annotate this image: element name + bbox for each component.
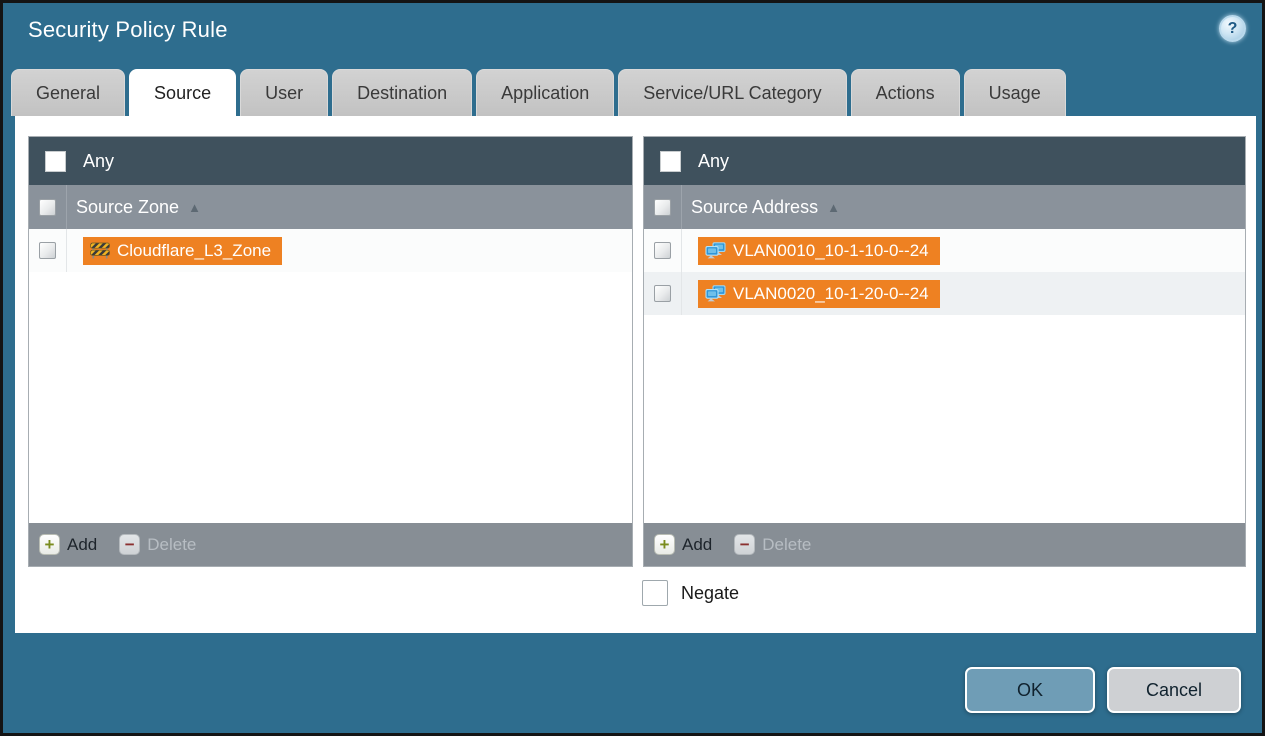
add-button[interactable]: + Add	[39, 534, 97, 555]
source-zone-select-all-checkbox[interactable]	[39, 198, 56, 216]
negate-checkbox[interactable]	[642, 580, 668, 606]
source-zone-list: Cloudflare_L3_Zone	[29, 229, 632, 523]
add-button[interactable]: + Add	[654, 534, 712, 555]
source-address-any-checkbox[interactable]	[660, 150, 681, 172]
tab-application[interactable]: Application	[476, 69, 615, 116]
source-zone-any-row: Any	[29, 137, 632, 185]
source-address-list: VLAN0010_10-1-10-0--24 VLAN0020_10-1-20-…	[644, 229, 1245, 523]
table-row: Cloudflare_L3_Zone	[29, 229, 632, 272]
source-zone-any-label: Any	[83, 150, 115, 171]
delete-minus-icon: −	[734, 534, 756, 555]
sort-ascending-icon[interactable]: ▲	[188, 200, 201, 215]
source-address-any-label: Any	[698, 150, 730, 171]
zone-chip[interactable]: Cloudflare_L3_Zone	[83, 236, 283, 265]
tab-source[interactable]: Source	[129, 69, 237, 116]
negate-label: Negate	[681, 582, 740, 603]
tab-user[interactable]: User	[240, 69, 329, 116]
source-zone-panel: Any Source Zone ▲ Cloudflare_L3_Zone + A…	[28, 136, 633, 567]
source-address-column-header: Source Address ▲	[644, 185, 1245, 229]
delete-minus-icon: −	[119, 534, 141, 555]
tab-actions[interactable]: Actions	[850, 69, 960, 116]
source-address-column-title[interactable]: Source Address	[691, 197, 818, 218]
help-icon[interactable]: ?	[1219, 15, 1246, 42]
address-network-icon	[705, 242, 726, 259]
row-checkbox[interactable]	[39, 242, 56, 259]
address-chip[interactable]: VLAN0020_10-1-20-0--24	[698, 279, 940, 308]
delete-button[interactable]: − Delete	[734, 534, 811, 555]
source-address-select-all-checkbox[interactable]	[654, 198, 671, 216]
tab-service-url-category[interactable]: Service/URL Category	[618, 69, 847, 116]
delete-button[interactable]: − Delete	[119, 534, 196, 555]
source-zone-footer: + Add − Delete	[29, 523, 632, 566]
add-plus-icon: +	[654, 534, 675, 555]
negate-option: Negate	[642, 580, 739, 606]
ok-button[interactable]: OK	[965, 667, 1095, 713]
tab-destination[interactable]: Destination	[332, 69, 473, 116]
source-zone-any-checkbox[interactable]	[45, 150, 66, 172]
address-network-icon	[705, 285, 726, 302]
source-zone-column-title[interactable]: Source Zone	[76, 197, 179, 218]
address-chip-label: VLAN0010_10-1-10-0--24	[733, 240, 929, 260]
cancel-button[interactable]: Cancel	[1107, 667, 1241, 713]
zone-barrier-icon	[90, 242, 110, 259]
address-chip[interactable]: VLAN0010_10-1-10-0--24	[698, 236, 940, 265]
tab-general[interactable]: General	[11, 69, 126, 116]
table-row: VLAN0020_10-1-20-0--24	[644, 272, 1245, 315]
tab-bar: General Source User Destination Applicat…	[11, 69, 1254, 116]
dialog-title: Security Policy Rule	[28, 17, 228, 42]
row-checkbox[interactable]	[654, 285, 671, 302]
security-policy-rule-dialog: Security Policy Rule ? General Source Us…	[0, 0, 1265, 736]
row-checkbox[interactable]	[654, 242, 671, 259]
table-row: VLAN0010_10-1-10-0--24	[644, 229, 1245, 272]
source-tab-content: Any Source Zone ▲ Cloudflare_L3_Zone + A…	[15, 116, 1256, 633]
source-address-panel: Any Source Address ▲ VLAN0010_10-1-10-0-…	[643, 136, 1246, 567]
source-address-footer: + Add − Delete	[644, 523, 1245, 566]
source-address-any-row: Any	[644, 137, 1245, 185]
sort-ascending-icon[interactable]: ▲	[827, 200, 840, 215]
address-chip-label: VLAN0020_10-1-20-0--24	[733, 283, 929, 303]
tab-usage[interactable]: Usage	[963, 69, 1066, 116]
source-zone-column-header: Source Zone ▲	[29, 185, 632, 229]
zone-chip-label: Cloudflare_L3_Zone	[117, 240, 272, 260]
add-plus-icon: +	[39, 534, 60, 555]
